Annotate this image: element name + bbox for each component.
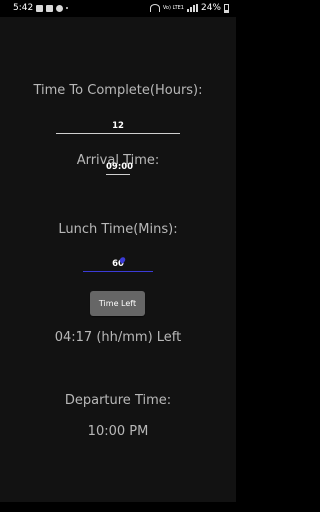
- network-type: Vo) LTE1: [162, 4, 184, 11]
- notification-icon: [56, 4, 64, 12]
- arrival-time-input[interactable]: 09:00: [106, 161, 133, 175]
- status-bar: 5:42 Vo) LTE1 24%: [0, 0, 236, 17]
- status-right: Vo) LTE1 24%: [149, 3, 229, 13]
- image-icon: [46, 4, 54, 12]
- time-left-result: 04:17 (hh/mm) Left: [54, 330, 182, 345]
- status-time: 5:42: [13, 3, 34, 13]
- signal-icon: [186, 4, 198, 12]
- hours-input[interactable]: 12: [56, 120, 180, 134]
- app-screen: Time To Complete(Hours): 12 Arrival Time…: [0, 17, 236, 502]
- departure-time-value: 10:00 PM: [87, 424, 149, 439]
- departure-label: Departure Time:: [64, 393, 172, 408]
- hours-label: Time To Complete(Hours):: [33, 83, 203, 98]
- battery-icon: [224, 3, 229, 13]
- wifi-icon: [149, 4, 160, 12]
- battery-percent: 24%: [200, 3, 221, 13]
- status-left: 5:42: [13, 3, 69, 13]
- message-icon: [36, 4, 44, 12]
- lunch-time-input[interactable]: 60: [83, 256, 153, 272]
- more-notifications-icon: [66, 7, 69, 9]
- navigation-bar: [0, 502, 236, 512]
- lunch-label: Lunch Time(Mins):: [58, 222, 178, 237]
- time-left-button[interactable]: Time Left: [90, 291, 145, 316]
